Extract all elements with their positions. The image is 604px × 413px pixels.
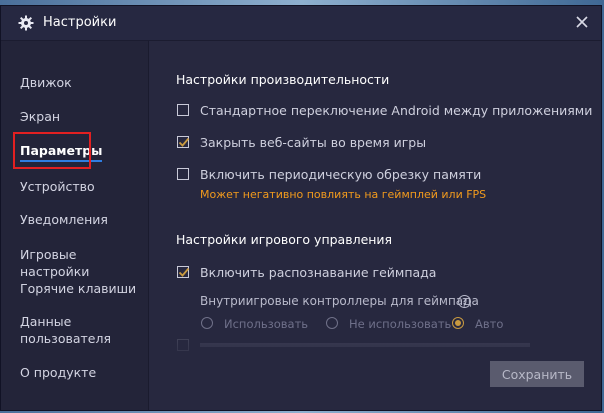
sidebar-item-parameters[interactable]: Параметры bbox=[20, 142, 103, 162]
sidebar-item-notifications[interactable]: Уведомления bbox=[20, 211, 108, 228]
memory-trim-checkbox[interactable] bbox=[177, 168, 189, 180]
title-bar: Настройки bbox=[1, 6, 601, 41]
gear-icon bbox=[18, 15, 34, 31]
save-button[interactable]: Сохранить bbox=[490, 361, 584, 387]
game-control-section-title: Настройки игрового управления bbox=[176, 232, 393, 247]
settings-content: Настройки производительности Стандартное… bbox=[149, 41, 601, 410]
sidebar-item-label: Движок bbox=[20, 75, 72, 90]
radio-auto-label[interactable]: Авто bbox=[475, 317, 503, 331]
performance-section-title: Настройки производительности bbox=[176, 72, 390, 87]
sidebar: Движок Экран Параметры Устройство Уведом… bbox=[1, 41, 149, 410]
gamepad-detection-checkbox[interactable] bbox=[177, 266, 190, 278]
sidebar-item-screen[interactable]: Экран bbox=[20, 108, 60, 125]
android-switch-label[interactable]: Стандартное переключение Android между п… bbox=[200, 103, 592, 118]
sidebar-item-label: О продукте bbox=[20, 365, 97, 380]
active-tab-indicator bbox=[20, 160, 103, 162]
gamepad-detection-label[interactable]: Включить распознавание геймпада bbox=[200, 265, 436, 280]
close-icon[interactable] bbox=[571, 11, 593, 33]
window-title: Настройки bbox=[43, 15, 117, 30]
sidebar-item-game-settings[interactable]: Игровые настройки bbox=[20, 246, 148, 280]
sidebar-item-label: Экран bbox=[20, 109, 61, 124]
checkmark-icon bbox=[178, 137, 190, 147]
sidebar-item-label: Уведомления bbox=[20, 212, 108, 227]
radio-dont-use-label[interactable]: Не использовать bbox=[349, 317, 451, 331]
sidebar-item-engine[interactable]: Движок bbox=[20, 74, 72, 91]
close-websites-label[interactable]: Закрыть веб-сайты во время игры bbox=[200, 135, 426, 150]
controllers-label: Внутриигровые контроллеры для геймпада bbox=[200, 294, 479, 308]
radio-auto[interactable] bbox=[452, 317, 464, 329]
sidebar-item-label: Горячие клавиши bbox=[20, 281, 137, 296]
memory-trim-label[interactable]: Включить периодическую обрезку памяти bbox=[200, 167, 481, 182]
help-icon[interactable]: ? bbox=[458, 295, 471, 308]
scrolled-off-option bbox=[149, 337, 601, 351]
checkmark-icon bbox=[178, 267, 190, 277]
memory-trim-warning: Может негативно повлиять на геймплей или… bbox=[200, 188, 487, 201]
android-switch-checkbox[interactable] bbox=[177, 104, 189, 116]
sidebar-item-label: Устройство bbox=[20, 179, 95, 194]
sidebar-item-about[interactable]: О продукте bbox=[20, 364, 96, 381]
radio-dont-use[interactable] bbox=[326, 317, 338, 329]
radio-use-label[interactable]: Использовать bbox=[224, 317, 308, 331]
sidebar-item-label: Данные пользователя bbox=[20, 314, 111, 346]
settings-window: Настройки Движок Экран Параметры Устройс… bbox=[0, 5, 602, 411]
sidebar-item-label: Игровые настройки bbox=[20, 247, 90, 279]
sidebar-item-user-data[interactable]: Данные пользователя bbox=[20, 313, 115, 347]
sidebar-item-device[interactable]: Устройство bbox=[20, 178, 95, 195]
radio-use[interactable] bbox=[201, 317, 213, 329]
close-websites-checkbox[interactable] bbox=[177, 136, 190, 148]
sidebar-item-hotkeys[interactable]: Горячие клавиши bbox=[20, 280, 136, 297]
sidebar-item-label: Параметры bbox=[20, 143, 103, 158]
